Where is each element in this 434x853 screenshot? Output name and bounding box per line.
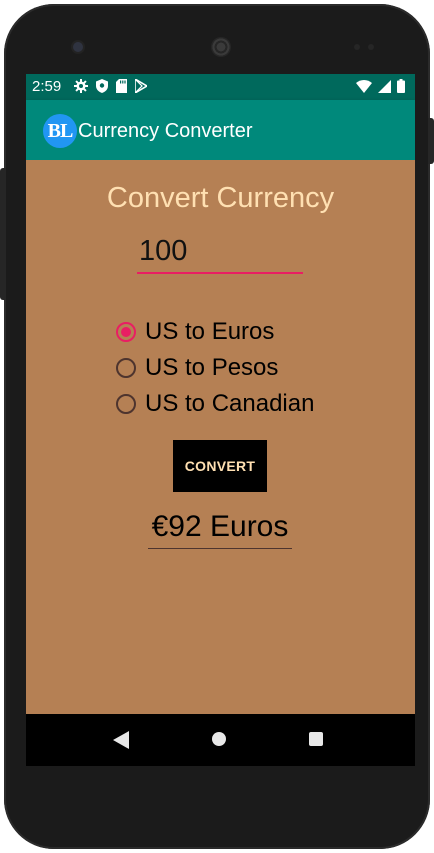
home-icon[interactable] [212,732,226,746]
status-time: 2:59 [32,78,62,95]
radio-option-euros[interactable]: US to Euros [116,314,314,350]
app-title: Currency Converter [78,120,253,142]
main-content: Convert Currency US to Euros US to Pesos… [26,160,415,714]
notification-icons [74,79,147,93]
proximity-sensor [354,44,360,50]
battery-icon [397,79,405,93]
convert-button[interactable]: CONVERT [173,440,267,492]
recents-icon[interactable] [309,732,323,746]
radio-option-pesos[interactable]: US to Pesos [116,350,314,386]
status-bar: 2:59 [26,74,415,100]
result-text: €92 Euros [148,510,292,549]
gear-icon [74,79,88,93]
light-sensor [368,44,374,50]
radio-button[interactable] [116,358,136,378]
app-logo: BL [43,114,77,148]
radio-option-canadian[interactable]: US to Canadian [116,386,314,422]
page-heading: Convert Currency [106,182,335,214]
radio-button[interactable] [116,394,136,414]
front-camera [73,42,83,52]
power-button [428,118,434,164]
volume-button [0,168,6,300]
app-bar: BL Currency Converter [26,100,415,160]
radio-label: US to Pesos [145,354,279,381]
device-screen: 2:59 BL Currency Converter Convert Curre… [26,74,415,766]
signal-icon [378,79,391,93]
wifi-icon [356,79,372,93]
amount-input[interactable] [137,232,303,274]
play-store-icon [135,79,147,93]
sd-card-icon [116,79,127,93]
conversion-radio-group: US to Euros US to Pesos US to Canadian [116,314,314,422]
radio-label: US to Euros [145,318,275,345]
radio-label: US to Canadian [145,390,315,417]
system-status-icons [356,79,405,93]
earpiece-speaker [211,37,231,57]
back-icon[interactable] [113,731,129,749]
shield-icon [96,79,108,93]
radio-button-checked[interactable] [116,322,136,342]
phone-frame: 2:59 BL Currency Converter Convert Curre… [4,4,430,849]
navigation-bar [26,714,415,766]
